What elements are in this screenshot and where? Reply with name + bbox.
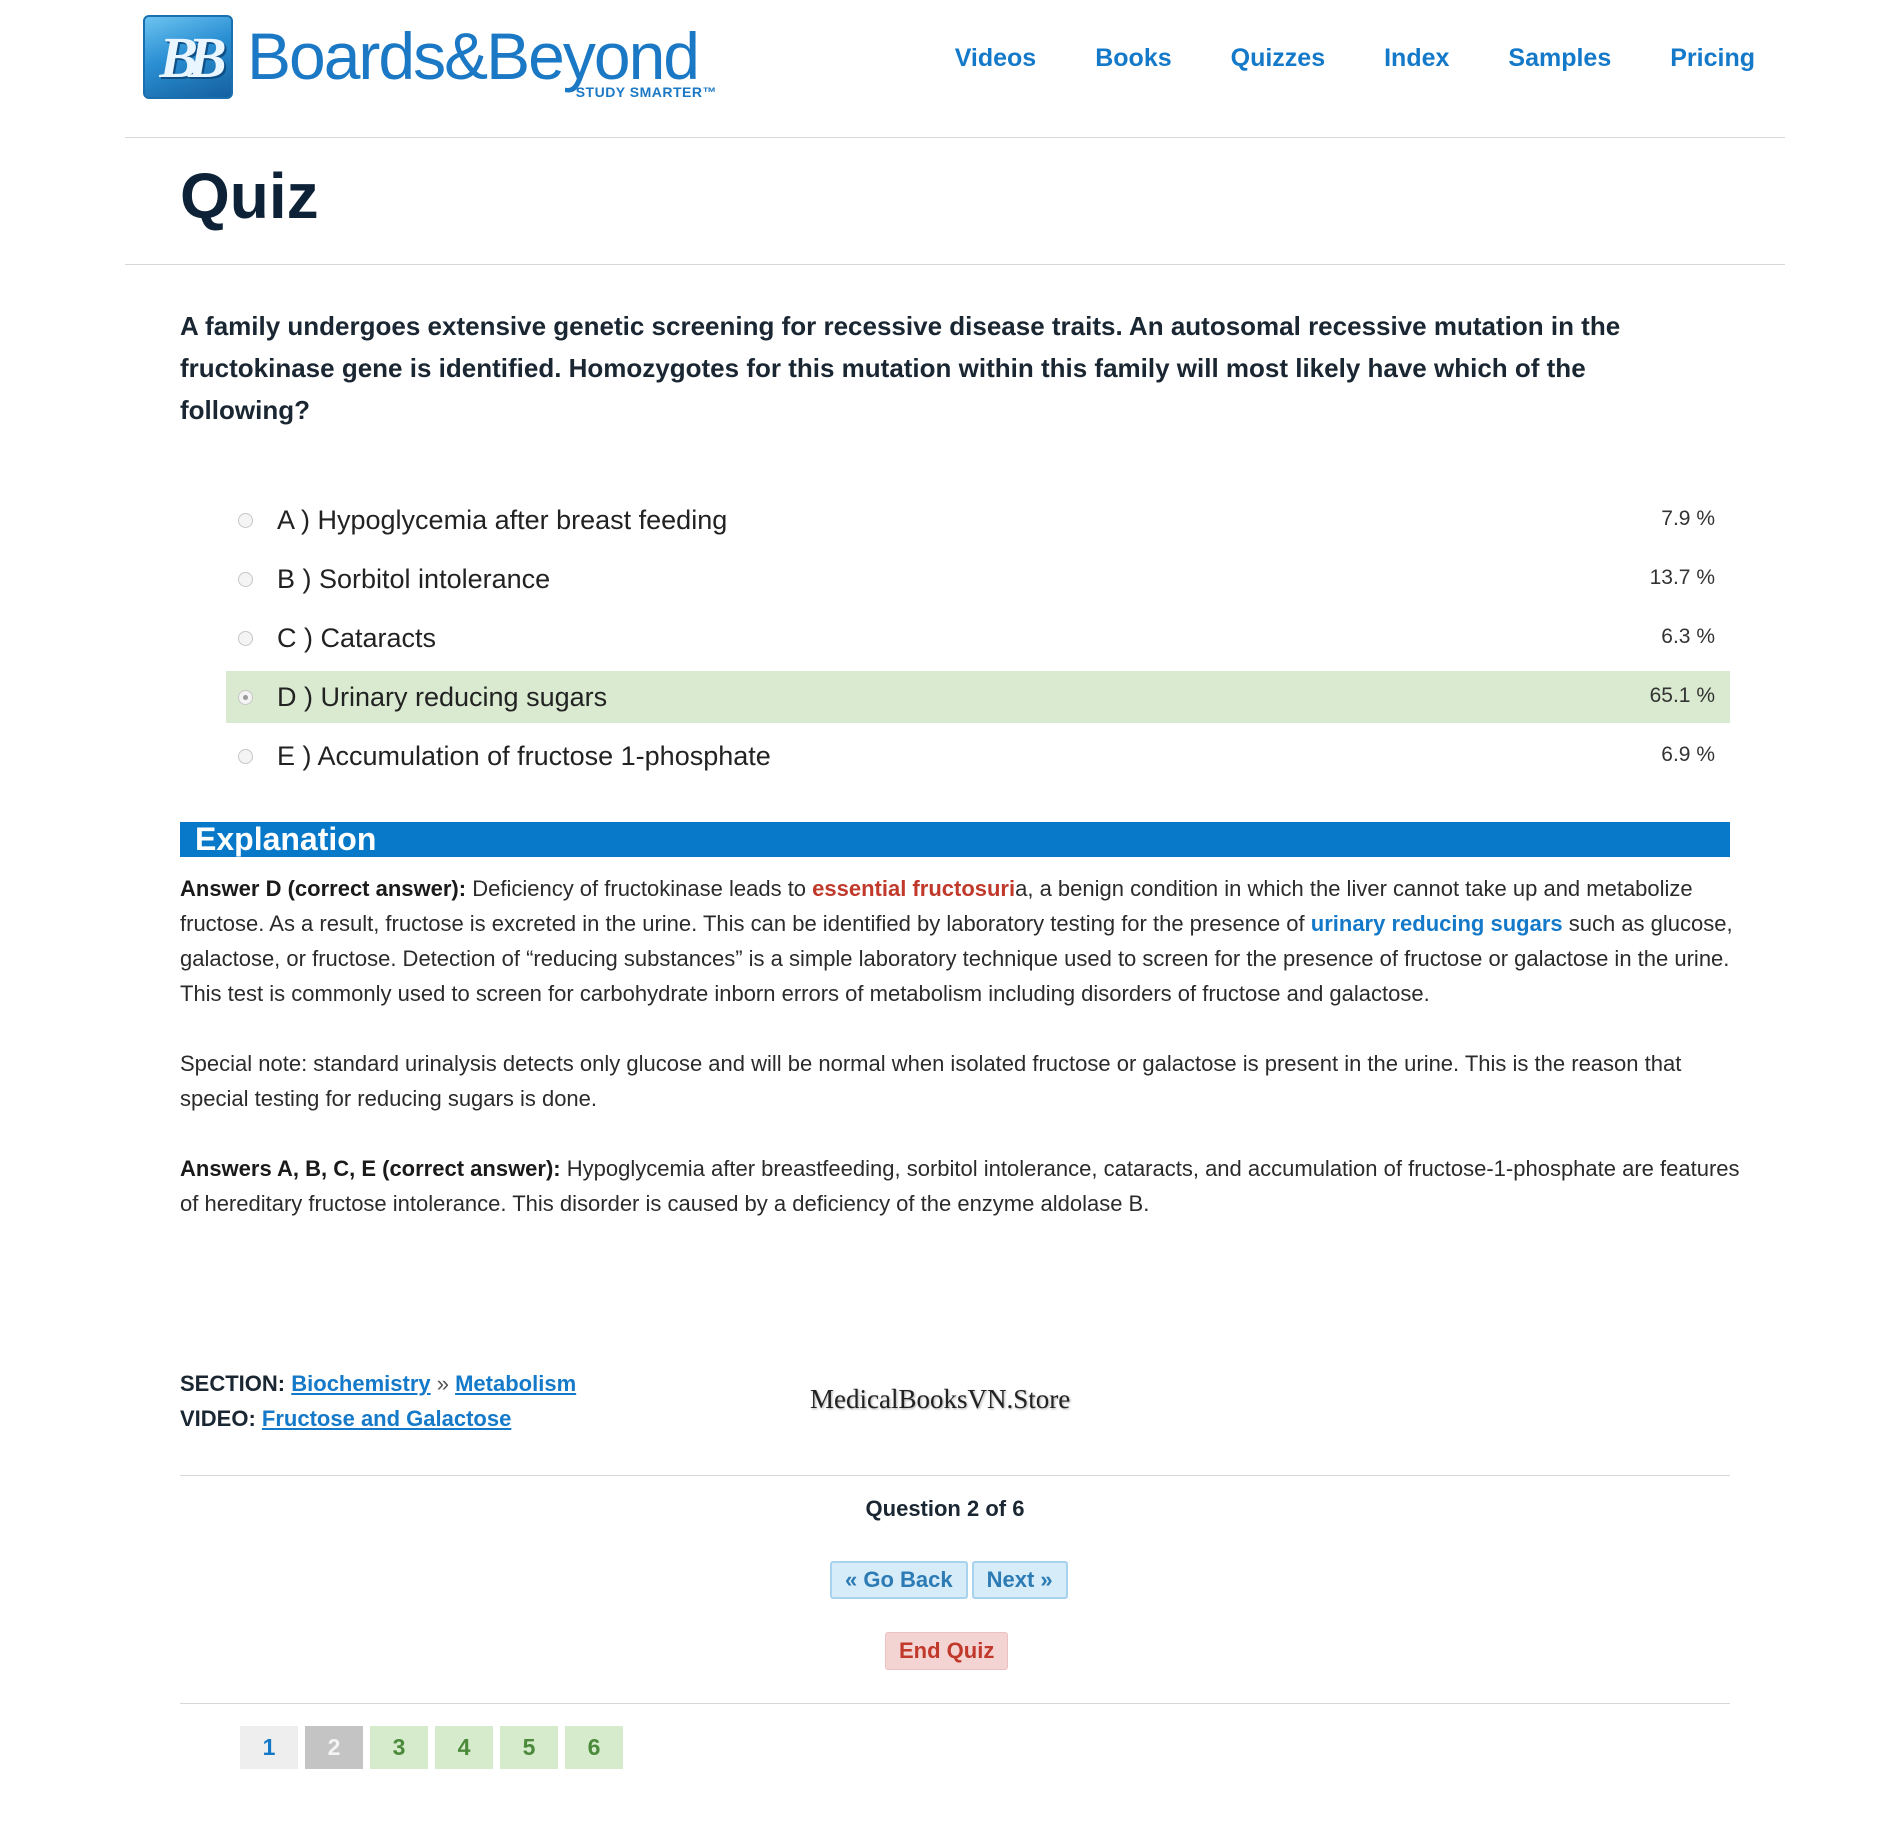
answer-radio[interactable]	[238, 571, 253, 587]
answer-radio[interactable]	[238, 512, 253, 528]
answer-list: A ) Hypoglycemia after breast feeding 7.…	[226, 494, 1730, 789]
answer-lead: Answers A, B, C, E (correct answer):	[180, 1156, 561, 1181]
end-quiz-button[interactable]: End Quiz	[885, 1632, 1009, 1670]
page-button-6[interactable]: 6	[565, 1726, 623, 1769]
answer-label: A ) Hypoglycemia after breast feeding	[277, 504, 728, 535]
explanation-body: Answer D (correct answer): Deficiency of…	[180, 871, 1740, 1256]
answer-radio-selected[interactable]	[238, 689, 253, 705]
explanation-paragraph: Answers A, B, C, E (correct answer): Hyp…	[180, 1156, 1740, 1216]
page-title: Quiz	[180, 160, 319, 232]
answer-radio[interactable]	[238, 630, 253, 646]
video-link[interactable]: Fructose and Galactose	[262, 1406, 511, 1431]
divider	[180, 1475, 1730, 1476]
answer-percent: 6.3 %	[1661, 625, 1715, 648]
section-label: SECTION:	[180, 1371, 286, 1396]
nav-books[interactable]: Books	[1095, 44, 1171, 73]
next-button[interactable]: Next »	[971, 1561, 1068, 1599]
answer-option-c[interactable]: C ) Cataracts 6.3 %	[226, 612, 1730, 664]
answer-percent: 7.9 %	[1661, 507, 1715, 530]
question-stem: A family undergoes extensive genetic scr…	[180, 311, 1621, 425]
breadcrumb-separator: »	[430, 1371, 456, 1396]
highlight-term: essential fructosuri	[812, 876, 1016, 901]
page-button-5[interactable]: 5	[500, 1726, 558, 1769]
site-logo[interactable]: BB Boards&Beyond STUDY SMARTER™	[143, 14, 727, 100]
explanation-paragraph: Answer D (correct answer): Deficiency of…	[180, 876, 1733, 1006]
section-info: SECTION: Biochemistry » Metabolism VIDEO…	[180, 1366, 576, 1436]
question-pagination: 1 2 3 4 5 6	[240, 1726, 623, 1769]
go-back-button[interactable]: « Go Back	[830, 1561, 968, 1599]
special-note: Special note: standard urinalysis detect…	[180, 1051, 1682, 1111]
divider	[180, 1703, 1730, 1704]
nav-samples[interactable]: Samples	[1508, 44, 1611, 73]
answer-percent: 6.9 %	[1661, 743, 1715, 766]
explanation-heading: Explanation	[195, 821, 377, 857]
page-button-4[interactable]: 4	[435, 1726, 493, 1769]
main-nav: Videos Books Quizzes Index Samples Prici…	[896, 44, 1755, 73]
answer-radio[interactable]	[238, 748, 253, 764]
answer-percent: 65.1 %	[1649, 684, 1715, 707]
title-bar: Quiz	[125, 137, 1785, 265]
quiz-nav-buttons: « Go Back Next »	[830, 1561, 1068, 1599]
nav-videos[interactable]: Videos	[955, 44, 1037, 73]
answer-label: B ) Sorbitol intolerance	[277, 563, 551, 594]
nav-index[interactable]: Index	[1384, 44, 1449, 73]
page-button-2-current[interactable]: 2	[305, 1726, 363, 1769]
answer-lead: Answer D (correct answer):	[180, 876, 467, 901]
answer-option-b[interactable]: B ) Sorbitol intolerance 13.7 %	[226, 553, 1730, 605]
nav-quizzes[interactable]: Quizzes	[1231, 44, 1325, 73]
nav-pricing[interactable]: Pricing	[1670, 44, 1755, 73]
question-counter: Question 2 of 6	[865, 1496, 1025, 1521]
page-button-3[interactable]: 3	[370, 1726, 428, 1769]
answer-option-e[interactable]: E ) Accumulation of fructose 1-phosphate…	[226, 730, 1730, 782]
explanation-header: Explanation	[180, 821, 1730, 857]
section-subject-link[interactable]: Biochemistry	[291, 1371, 430, 1396]
answer-option-a[interactable]: A ) Hypoglycemia after breast feeding 7.…	[226, 494, 1730, 546]
highlight-term: urinary reducing sugars	[1310, 911, 1563, 936]
logo-mark: BB	[143, 15, 233, 99]
answer-percent: 13.7 %	[1649, 566, 1715, 589]
site-header: BB Boards&Beyond STUDY SMARTER™ Videos B…	[125, 0, 1785, 138]
answer-label: C ) Cataracts	[277, 622, 437, 653]
answer-label: E ) Accumulation of fructose 1-phosphate	[277, 740, 771, 771]
page-button-1[interactable]: 1	[240, 1726, 298, 1769]
video-label: VIDEO:	[180, 1406, 256, 1431]
watermark: MedicalBooksVN.Store	[810, 1384, 1071, 1414]
answer-label: D ) Urinary reducing sugars	[277, 681, 608, 712]
section-topic-link[interactable]: Metabolism	[455, 1371, 576, 1396]
logo-name: Boards&Beyond	[247, 19, 700, 93]
answer-option-d[interactable]: D ) Urinary reducing sugars 65.1 %	[226, 671, 1730, 723]
logo-tagline: STUDY SMARTER™	[575, 84, 717, 100]
